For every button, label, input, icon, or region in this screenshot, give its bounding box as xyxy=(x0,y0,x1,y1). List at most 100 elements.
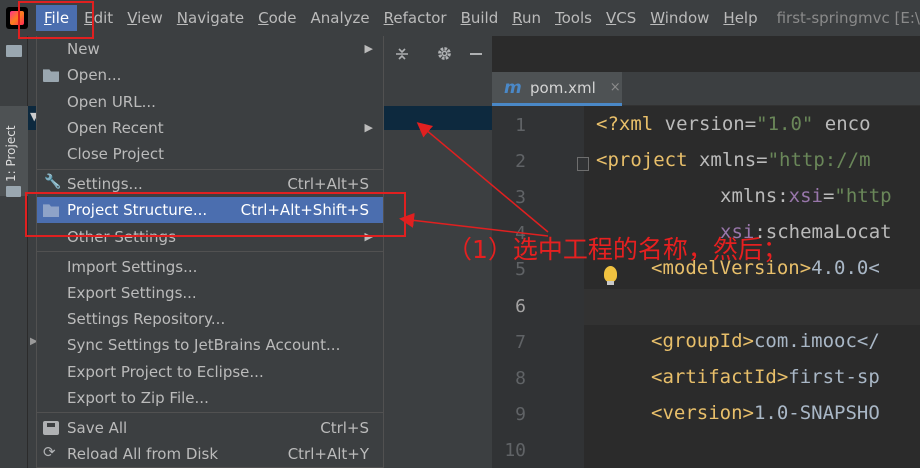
code-token: <version> xyxy=(651,402,754,424)
current-line-highlight xyxy=(584,289,920,325)
line-number: 2 xyxy=(515,151,526,172)
menu-navigate[interactable]: Navigate xyxy=(170,0,251,36)
code-token: <artifactId> xyxy=(651,366,789,388)
menu-item-label: Settings Repository... xyxy=(67,310,226,328)
window-title: first-springmvc [E:\ xyxy=(776,9,920,27)
code-token: <?xml xyxy=(596,113,665,135)
menu-analyze[interactable]: Analyze xyxy=(304,0,377,36)
code-line: <version>1.0-SNAPSHO xyxy=(651,402,880,424)
menu-window-mnemonic: W xyxy=(650,9,665,27)
menu-help[interactable]: Help xyxy=(716,0,764,36)
menu-item-import-settings[interactable]: Import Settings... xyxy=(37,254,383,280)
menu-build[interactable]: Build xyxy=(454,0,506,36)
code-line: xmlns:xsi="http xyxy=(720,185,892,207)
line-number: 6 xyxy=(515,296,526,317)
menu-separator xyxy=(37,251,383,252)
menu-tools-mnemonic: T xyxy=(555,9,562,27)
save-icon xyxy=(43,421,59,435)
close-icon[interactable]: × xyxy=(610,80,621,95)
project-tab-label: 1: Project xyxy=(4,125,18,182)
code-line: <?xml version="1.0" enco xyxy=(596,113,871,135)
collapse-icon[interactable] xyxy=(394,46,410,62)
menu-run-label: un xyxy=(521,9,541,27)
menu-refactor-label: efactor xyxy=(393,9,447,27)
menu-item-export-settings[interactable]: Export Settings... xyxy=(37,280,383,306)
menu-item-sync-settings[interactable]: Sync Settings to JetBrains Account... xyxy=(37,332,383,358)
menu-item-shortcut: Ctrl+S xyxy=(320,419,369,437)
menu-item-settings-repository[interactable]: Settings Repository... xyxy=(37,306,383,332)
folder-icon[interactable] xyxy=(6,45,22,57)
menu-item-open-recent[interactable]: Open Recent ▶ xyxy=(37,115,383,141)
menu-analyze-label: Analyze xyxy=(310,9,370,27)
menu-item-label: Reload All from Disk xyxy=(67,445,219,463)
menu-item-label: Open Recent xyxy=(67,119,164,137)
menu-item-open-url[interactable]: Open URL... xyxy=(37,89,383,115)
menu-window[interactable]: Window xyxy=(643,0,716,36)
settings-gear-icon[interactable] xyxy=(436,45,453,62)
code-token: <groupId> xyxy=(651,330,754,352)
folder-icon[interactable] xyxy=(6,186,21,197)
code-token: version= xyxy=(664,113,757,135)
menu-item-close-project[interactable]: Close Project xyxy=(37,141,383,167)
menu-build-mnemonic: B xyxy=(460,9,471,27)
menu-code[interactable]: Code xyxy=(251,0,303,36)
menu-item-new[interactable]: New ▶ xyxy=(37,36,383,62)
fold-marker-icon[interactable] xyxy=(577,157,589,171)
code-token: = xyxy=(822,185,835,207)
code-token: first-sp xyxy=(788,366,880,388)
menu-vcs[interactable]: VCS xyxy=(599,0,643,36)
project-structure-highlight-box xyxy=(25,192,406,237)
code-line: <artifactId>first-sp xyxy=(651,366,880,388)
left-tool-strip: 1: Project xyxy=(0,36,28,468)
code-token: enco xyxy=(813,113,871,135)
menu-item-label: Import Settings... xyxy=(67,258,198,276)
menu-item-save-all[interactable]: Save All Ctrl+S xyxy=(37,415,383,441)
menu-navigate-mnemonic: N xyxy=(176,9,189,27)
menu-edit-label: dit xyxy=(93,9,114,27)
file-menu-highlight-box xyxy=(18,1,94,39)
editor-tab-bar: m pom.xml × xyxy=(492,72,920,106)
code-token: 4.0.0< xyxy=(811,257,880,279)
menu-item-label: Save All xyxy=(67,419,128,437)
menu-view-mnemonic: V xyxy=(127,9,138,27)
menu-item-label: New xyxy=(67,40,100,58)
menu-navigate-label: avigate xyxy=(188,9,245,27)
menu-build-label: uild xyxy=(470,9,499,27)
menu-separator xyxy=(37,169,383,170)
bulb-icon[interactable] xyxy=(604,266,617,285)
menu-view-label: iew xyxy=(137,9,163,27)
code-line: <project xmlns="http://m xyxy=(596,149,871,171)
menu-item-label: Open... xyxy=(67,66,122,84)
code-token: xmlns= xyxy=(698,149,768,171)
submenu-arrow-icon: ▶ xyxy=(364,121,373,134)
code-token: xmlns: xyxy=(720,185,789,207)
menu-item-label: Export Project to Eclipse... xyxy=(67,363,264,381)
menu-item-reload-all[interactable]: ⟳ Reload All from Disk Ctrl+Alt+Y xyxy=(37,441,383,467)
menu-vcs-mnemonic: V xyxy=(605,9,617,27)
wrench-icon: 🔧 xyxy=(44,174,62,190)
menu-help-mnemonic: H xyxy=(723,9,735,27)
menu-item-export-zip[interactable]: Export to Zip File... xyxy=(37,385,383,411)
menu-item-label: Export Settings... xyxy=(67,284,197,302)
code-token: <project xyxy=(596,149,699,171)
line-number: 8 xyxy=(515,368,526,389)
menu-item-open[interactable]: Open... xyxy=(37,62,383,88)
menu-view[interactable]: View xyxy=(120,0,170,36)
tab-pom-xml[interactable]: m pom.xml × xyxy=(492,72,622,106)
menu-tools[interactable]: Tools xyxy=(548,0,599,36)
menu-refactor[interactable]: Refactor xyxy=(377,0,454,36)
minimize-icon[interactable] xyxy=(468,46,484,62)
menu-refactor-mnemonic: R xyxy=(383,9,394,27)
code-token: com.imooc</ xyxy=(753,330,880,352)
menu-help-label: elp xyxy=(734,9,758,27)
line-number: 7 xyxy=(515,332,526,353)
tab-label: pom.xml xyxy=(530,78,596,97)
menu-item-label: Close Project xyxy=(67,145,164,163)
maven-icon: m xyxy=(504,77,522,98)
menu-item-export-eclipse[interactable]: Export Project to Eclipse... xyxy=(37,359,383,385)
main-menu-bar: File Edit View Navigate Code Analyze Ref… xyxy=(0,0,920,36)
code-token: "1.0" xyxy=(756,113,814,135)
menu-vcs-label: CS xyxy=(616,9,637,27)
menu-run[interactable]: Run xyxy=(505,0,548,36)
menu-tools-label: ools xyxy=(561,9,592,27)
